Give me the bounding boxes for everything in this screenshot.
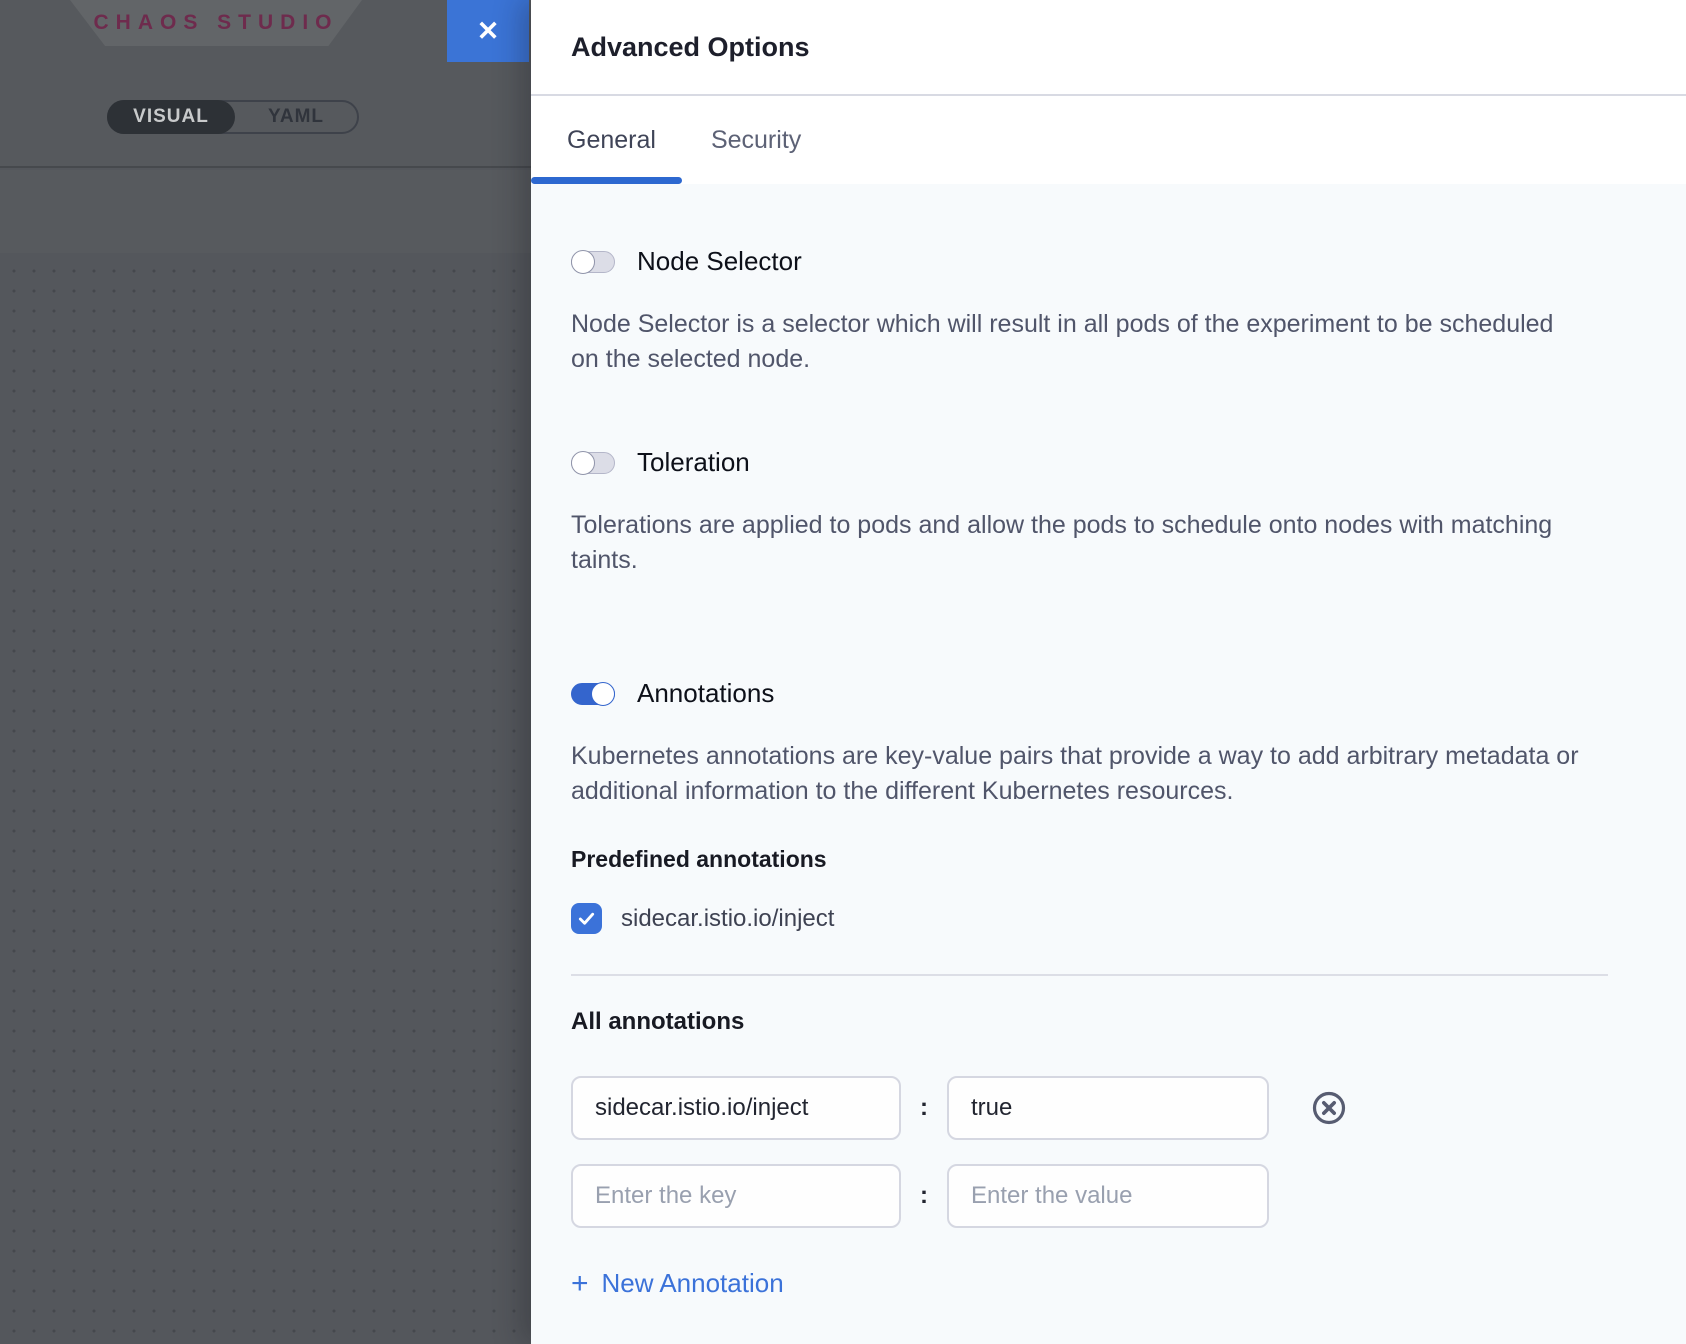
drawer-header: Advanced Options	[531, 0, 1686, 96]
section-divider	[571, 974, 1608, 976]
toggle-knob	[591, 682, 615, 706]
tab-yaml[interactable]: YAML	[235, 102, 357, 132]
advanced-options-drawer: Advanced Options General Security Node S…	[531, 0, 1686, 1344]
annotation-value-input[interactable]	[947, 1164, 1269, 1228]
drawer-close-button[interactable]: ✕	[447, 0, 529, 62]
node-selector-section: Node Selector Node Selector is a selecto…	[571, 246, 1608, 377]
toggle-knob	[571, 250, 595, 274]
toggle-knob	[571, 451, 595, 475]
sidecar-inject-checkbox-label: sidecar.istio.io/inject	[621, 905, 834, 933]
general-tab-content: Node Selector Node Selector is a selecto…	[531, 184, 1686, 1344]
active-tab-underline	[531, 177, 682, 184]
plus-icon: +	[571, 1269, 589, 1299]
close-icon: ✕	[477, 16, 500, 47]
remove-circle-x-icon	[1311, 1090, 1347, 1126]
new-annotation-button[interactable]: + New Annotation	[571, 1268, 784, 1299]
annotations-label: Annotations	[637, 678, 774, 709]
tab-general[interactable]: General	[567, 126, 656, 155]
new-annotation-label: New Annotation	[602, 1268, 784, 1299]
experiment-canvas	[0, 253, 531, 1344]
key-value-separator: :	[920, 1094, 928, 1122]
remove-annotation-button[interactable]	[1311, 1090, 1347, 1126]
all-annotations-heading: All annotations	[571, 1008, 1608, 1036]
toleration-toggle[interactable]	[571, 452, 615, 474]
toleration-section: Toleration Tolerations are applied to po…	[571, 447, 1608, 578]
annotation-key-input[interactable]	[571, 1076, 901, 1140]
toleration-description: Tolerations are applied to pods and allo…	[571, 508, 1581, 578]
annotation-row: :	[571, 1164, 1608, 1228]
checkmark-icon	[577, 909, 596, 928]
tab-security[interactable]: Security	[711, 126, 801, 155]
canvas-toolbar-strip	[0, 170, 531, 253]
node-selector-description: Node Selector is a selector which will r…	[571, 307, 1581, 377]
annotation-row: :	[571, 1076, 1608, 1140]
drawer-title: Advanced Options	[571, 32, 810, 63]
sidecar-inject-checkbox[interactable]	[571, 903, 602, 934]
key-value-separator: :	[920, 1182, 928, 1210]
annotations-toggle[interactable]	[571, 683, 615, 705]
annotations-section: Annotations Kubernetes annotations are k…	[571, 678, 1608, 809]
predefined-annotations-heading: Predefined annotations	[571, 846, 1608, 873]
annotations-description: Kubernetes annotations are key-value pai…	[571, 739, 1581, 809]
visual-yaml-switch: VISUAL YAML	[107, 100, 359, 134]
tab-visual[interactable]: VISUAL	[107, 100, 235, 134]
toleration-label: Toleration	[637, 447, 750, 478]
drawer-tabbar: General Security	[531, 96, 1686, 184]
node-selector-toggle[interactable]	[571, 251, 615, 273]
chaos-studio-banner: CHAOS STUDIO	[70, 0, 362, 46]
brand-title: CHAOS STUDIO	[93, 11, 338, 35]
annotation-value-input[interactable]	[947, 1076, 1269, 1140]
predefined-annotation-item: sidecar.istio.io/inject	[571, 903, 1608, 934]
annotation-key-input[interactable]	[571, 1164, 901, 1228]
node-selector-label: Node Selector	[637, 246, 802, 277]
